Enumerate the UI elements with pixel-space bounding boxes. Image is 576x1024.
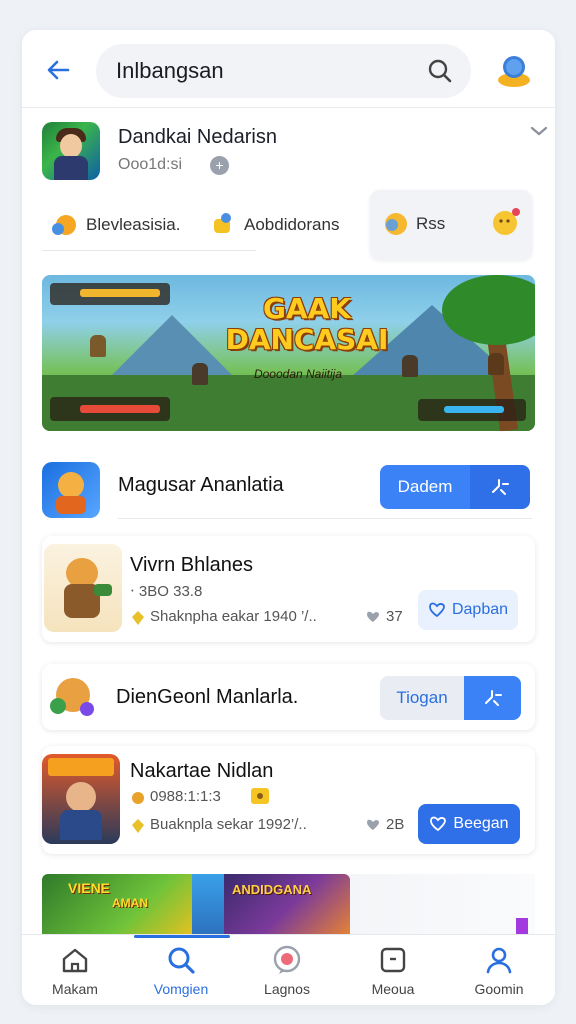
favorite-label: Dapban: [451, 601, 509, 618]
search-icon[interactable]: [427, 58, 453, 84]
search-input[interactable]: Inlbangsan: [116, 58, 224, 84]
developer-subtitle: Ooo1d:si: [118, 156, 183, 173]
featured-banner[interactable]: GAAK DANCASAI Dooodan Naiitija: [42, 275, 535, 431]
banner-title: GAAK DANCASAI: [225, 292, 389, 356]
item-title: Vivrn Bhlanes: [130, 554, 254, 576]
install-split-button[interactable]: Dadem: [380, 465, 530, 509]
developer-name: Dandkai Nedarisn: [118, 126, 277, 148]
more-button[interactable]: [464, 676, 521, 720]
chip-label: Blevleasisia.: [86, 215, 181, 234]
back-button[interactable]: [40, 52, 76, 88]
install-button[interactable]: Dadem: [380, 465, 470, 509]
chip-label: Rss: [416, 214, 446, 233]
tab-home[interactable]: Makam: [22, 935, 128, 1005]
tab-chat[interactable]: Lagnos: [234, 935, 340, 1005]
item-title: Magusar Ananlatia: [118, 474, 284, 496]
list-item[interactable]: Nakartae Nidlan 0988:1:1:3 Buaknpla seka…: [42, 746, 535, 854]
promo-subtitle-1: AMAN: [112, 896, 148, 910]
more-button[interactable]: [470, 465, 530, 509]
item-stats: 0988:1:1:3: [150, 788, 221, 805]
diamond-icon: [132, 819, 144, 833]
heart-outline-icon: [429, 602, 445, 618]
item-title: DienGeonl Manlarla.: [116, 686, 299, 708]
app-screen: Inlbangsan Dandkai Nedarisn Ooo1d:si + B…: [22, 30, 555, 1005]
account-icon[interactable]: [494, 50, 534, 90]
item-title: Nakartae Nidlan: [130, 760, 274, 782]
install-split-button[interactable]: Tiogan: [380, 676, 521, 720]
chip-1[interactable]: Blevleasisia.: [50, 202, 181, 248]
app-icon: [48, 672, 98, 722]
heart-icon: [367, 611, 379, 622]
puzzle-icon: [52, 215, 76, 235]
sparkle-icon: [484, 690, 502, 706]
sparkle-icon: [492, 479, 509, 495]
tab-inbox[interactable]: Meoua: [340, 935, 446, 1005]
diamond-icon: [132, 611, 144, 625]
heart-icon: [367, 819, 379, 830]
search-bar[interactable]: Inlbangsan: [96, 44, 471, 98]
promo-title-2: ANDIDGANA: [232, 882, 312, 897]
chat-icon: [273, 945, 301, 974]
home-icon: [62, 948, 88, 973]
tab-label: Lagnos: [264, 981, 310, 997]
list-item[interactable]: Vivrn Bhlanes ‧ 3BO 33.8 Shaknpha eakar …: [42, 536, 535, 642]
favorite-button[interactable]: Dapban: [418, 590, 518, 630]
hud-mana-bar: [418, 399, 526, 421]
search-icon: [168, 947, 195, 974]
item-rating: 37: [386, 608, 403, 625]
profile-icon: [486, 947, 512, 974]
banner-subtitle: Dooodan Naiitija: [253, 367, 343, 381]
app-icon: [42, 754, 120, 844]
bottom-tab-bar: Makam Vomgien Lagnos Meoua Goomin: [22, 934, 555, 1005]
plus-badge[interactable]: +: [210, 156, 229, 175]
chip-3[interactable]: Rss: [370, 190, 532, 260]
heart-face-icon: [385, 213, 407, 235]
chip-label: Aobdidorans: [244, 215, 340, 234]
emoji-icon: [493, 208, 520, 235]
list-item[interactable]: Magusar Ananlatia Dadem: [42, 458, 535, 524]
developer-row[interactable]: Dandkai Nedarisn Ooo1d:si +: [42, 122, 548, 182]
coin-icon: [132, 792, 144, 804]
promo-title-1: VIENE: [68, 880, 111, 896]
list-item[interactable]: DienGeonl Manlarla. Tiogan: [42, 664, 535, 730]
trophy-icon: [214, 213, 231, 233]
heart-outline-icon: [430, 816, 447, 832]
tab-search[interactable]: Vomgien: [128, 935, 234, 1005]
filter-chips: Blevleasisia. Aobdidorans Rss: [42, 190, 534, 260]
item-stats: ‧ 3BO 33.8: [130, 583, 203, 600]
badge-icon: [251, 788, 269, 804]
item-meta: Shaknpha eakar 1940 ’/..: [150, 608, 317, 625]
item-meta: Buaknpla sekar 1992’/..: [150, 816, 307, 833]
tab-label: Meoua: [371, 981, 415, 997]
arrow-left-icon: [47, 60, 70, 80]
favorite-button[interactable]: Beegan: [418, 804, 520, 844]
hud-top-bar: [50, 283, 170, 305]
chevron-down-icon[interactable]: [530, 122, 548, 143]
hud-health-bar: [50, 397, 170, 421]
app-icon: [42, 462, 100, 518]
developer-avatar: [42, 122, 100, 180]
tab-label: Makam: [52, 981, 98, 997]
divider: [42, 250, 256, 251]
tab-profile[interactable]: Goomin: [446, 935, 552, 1005]
inbox-icon: [380, 947, 406, 973]
tab-label: Vomgien: [153, 981, 209, 997]
favorite-label: Beegan: [453, 815, 509, 832]
top-bar: Inlbangsan: [22, 30, 555, 108]
install-button[interactable]: Tiogan: [380, 676, 464, 720]
tab-label: Goomin: [474, 981, 524, 997]
chip-2[interactable]: Aobdidorans: [208, 202, 339, 248]
item-rating: 2B: [386, 816, 405, 833]
app-icon: [44, 544, 122, 632]
